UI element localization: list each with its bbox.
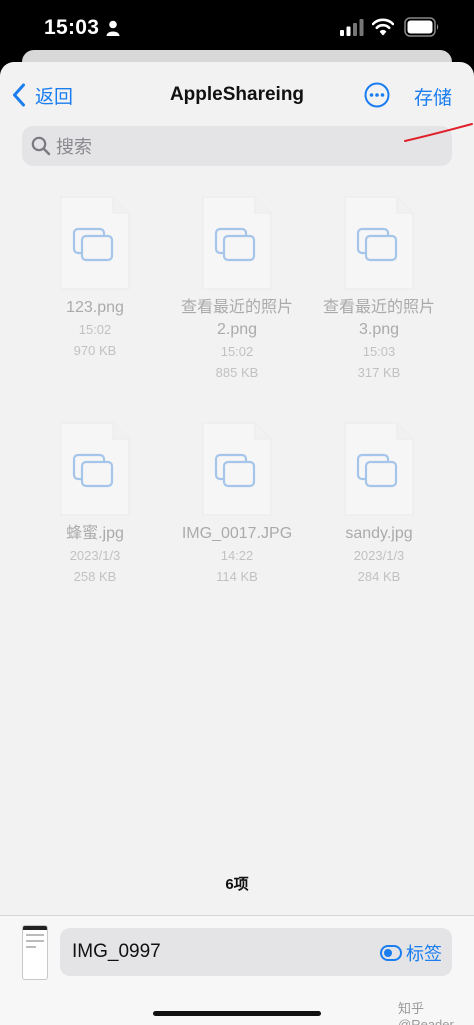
file-thumbnail (343, 195, 415, 291)
file-picker-sheet: 返回 AppleShareing 存储 搜索 123.png 15:02 970… (0, 62, 474, 1025)
file-thumbnail (59, 421, 131, 517)
back-button[interactable]: 返回 (12, 82, 73, 108)
filename-input[interactable] (72, 928, 372, 976)
file-name: 蜂蜜.jpg (66, 525, 124, 542)
file-thumbnail (201, 421, 273, 517)
status-time: 15:03 (44, 16, 100, 39)
file-time: 2023/1/3 (69, 548, 121, 563)
wifi-icon (372, 18, 394, 36)
file-name: 123.png (66, 299, 124, 316)
file-thumbnail (201, 195, 273, 291)
save-button[interactable]: 存储 (414, 83, 452, 110)
signal-icon (340, 19, 364, 36)
image-file-icon (60, 196, 130, 290)
file-thumbnail (343, 421, 415, 517)
file-item[interactable]: 123.png 15:02 970 KB (25, 195, 165, 361)
file-size: 114 KB (216, 569, 258, 584)
status-bar: 15:03 (0, 0, 474, 52)
file-time: 14:22 (220, 548, 254, 563)
annotation-stroke (404, 123, 473, 142)
battery-icon (404, 17, 439, 37)
file-item[interactable]: 查看最近的照片 3.png 15:03 317 KB (309, 195, 449, 383)
file-time: 15:03 (362, 344, 396, 359)
image-file-icon (202, 196, 272, 290)
filename-field[interactable]: 标签 (60, 928, 452, 976)
file-name: sandy.jpg (345, 525, 413, 542)
file-size: 885 KB (215, 365, 259, 380)
tags-button[interactable]: 标签 (380, 940, 442, 966)
file-thumbnail (59, 195, 131, 291)
file-time: 15:02 (220, 344, 254, 359)
image-file-icon (60, 422, 130, 516)
save-bottom-bar: 标签 知乎 @Reader (0, 915, 474, 1025)
image-file-icon (344, 422, 414, 516)
back-label: 返回 (35, 86, 74, 108)
home-indicator[interactable] (153, 1011, 321, 1016)
person-icon (106, 20, 120, 36)
file-name: 查看最近的照片 2.png (180, 299, 293, 338)
search-placeholder: 搜索 (56, 137, 92, 157)
ellipsis-circle-icon[interactable] (364, 82, 390, 108)
file-size: 284 KB (357, 569, 401, 584)
file-size: 970 KB (73, 343, 117, 358)
image-file-icon (344, 196, 414, 290)
file-size: 317 KB (357, 365, 401, 380)
tags-label: 标签 (406, 944, 442, 964)
chevron-left-icon (13, 83, 25, 107)
image-file-icon (202, 422, 272, 516)
file-size: 258 KB (73, 569, 117, 584)
search-input[interactable]: 搜索 (22, 126, 452, 166)
file-item[interactable]: IMG_0017.JPG 14:22 114 KB (167, 421, 307, 587)
file-item[interactable]: sandy.jpg 2023/1/3 284 KB (309, 421, 449, 587)
search-icon (31, 136, 51, 156)
document-preview-thumbnail (22, 925, 48, 980)
watermark: 知乎 @Reader (398, 1001, 454, 1025)
item-count: 6项 (225, 876, 249, 893)
file-time: 2023/1/3 (353, 548, 405, 563)
file-item[interactable]: 查看最近的照片 2.png 15:02 885 KB (167, 195, 307, 383)
tag-toggle-icon (380, 945, 402, 961)
file-name: 查看最近的照片 3.png (322, 299, 435, 338)
file-item[interactable]: 蜂蜜.jpg 2023/1/3 258 KB (25, 421, 165, 587)
file-name: IMG_0017.JPG (181, 525, 293, 542)
file-time: 15:02 (78, 322, 112, 337)
